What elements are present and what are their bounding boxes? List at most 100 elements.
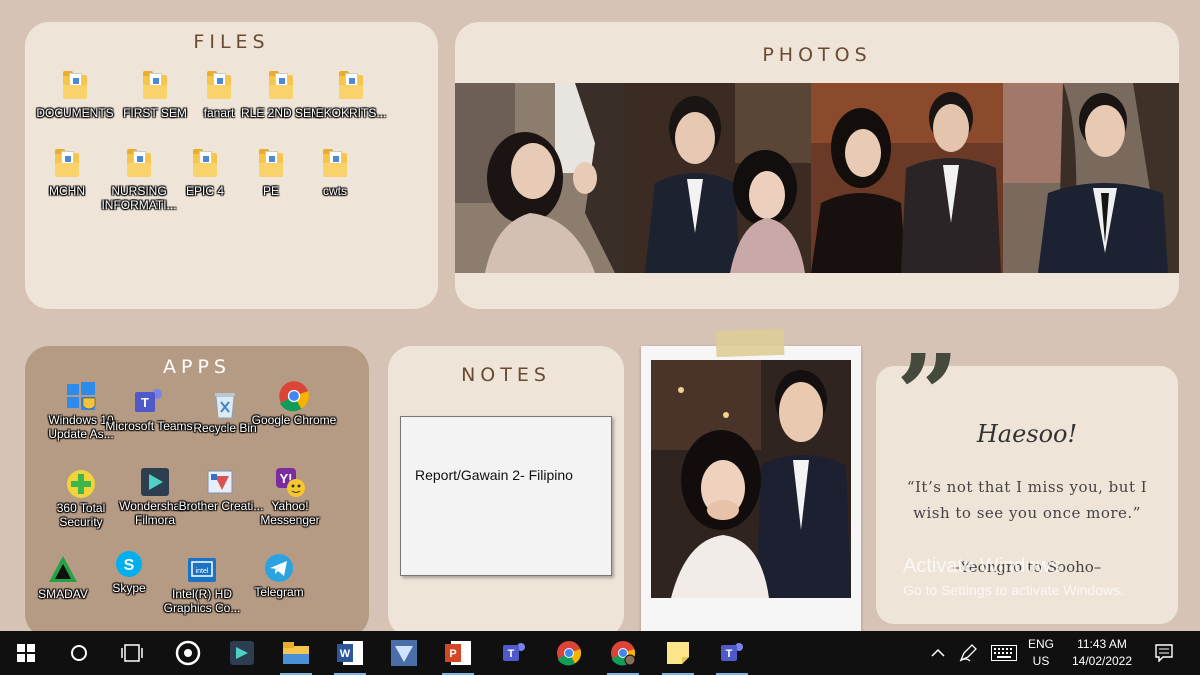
filmora-icon [230, 641, 254, 665]
clock-time: 11:43 AM [1077, 637, 1127, 651]
file-folder[interactable]: DOCUMENTS [32, 70, 118, 120]
activate-title: Activate Windows [903, 555, 1061, 577]
clock[interactable]: 11:43 AM 14/02/2022 [1062, 636, 1142, 670]
brother-icon [391, 640, 417, 666]
teams-icon: T [721, 643, 743, 661]
svg-text:P: P [449, 648, 456, 660]
pen-icon [959, 644, 977, 662]
photo-1[interactable] [455, 83, 625, 273]
quote-mark-icon: ” [896, 330, 960, 459]
recycle-bin-icon [209, 388, 241, 420]
svg-text:intel: intel [196, 568, 209, 575]
clock-date: 14/02/2022 [1071, 654, 1133, 668]
notification-icon [1155, 644, 1173, 662]
taskbar-app-chrome[interactable] [547, 631, 591, 675]
yahoo-icon: Y! [274, 466, 306, 498]
teams-icon: T [503, 643, 525, 661]
photo-4[interactable] [1003, 83, 1179, 273]
powerpoint-icon: P [445, 641, 471, 665]
chrome-profile-icon [611, 641, 636, 666]
teams-icon: T [133, 386, 165, 418]
folder-icon [336, 70, 366, 102]
taskbar-app-chrome-profile[interactable] [601, 631, 645, 675]
action-center-button[interactable] [1142, 631, 1186, 675]
folder-icon [52, 148, 82, 180]
security-icon [65, 468, 97, 500]
photo-strip [455, 83, 1179, 273]
sticky-notes-icon [667, 642, 689, 664]
region-label: US [1032, 654, 1050, 668]
notes-title: NOTES [461, 364, 551, 386]
svg-text:T: T [508, 648, 515, 660]
taskbar-app-brother[interactable] [382, 631, 426, 675]
app-shortcut-label: Telegram [254, 585, 304, 599]
folder-icon [204, 70, 234, 102]
taskbar-app-teams-2[interactable]: T [710, 631, 754, 675]
smadav-icon [47, 554, 79, 586]
language-label: ENG [1027, 637, 1054, 651]
chrome-icon [557, 641, 582, 666]
search-button[interactable] [57, 631, 101, 675]
app-shortcut-label: Yahoo! Messenger [260, 499, 320, 527]
chevron-up-icon [931, 648, 945, 657]
app-shortcut[interactable]: Telegram [234, 552, 324, 599]
cortana-icon [71, 645, 87, 661]
file-folder[interactable]: EKOKRITS... [308, 70, 394, 120]
task-view-icon [121, 644, 143, 662]
svg-text:S: S [124, 557, 135, 574]
start-button[interactable] [4, 631, 48, 675]
folder-icon [256, 148, 286, 180]
taskbar-app-filmora[interactable] [220, 631, 264, 675]
note-text: Report/Gawain 2- Filipino [415, 467, 573, 483]
brother-icon [205, 466, 237, 498]
files-title: FILES [193, 31, 270, 53]
activate-windows-watermark: Activate Windows Go to Settings to activ… [903, 555, 1124, 598]
taskbar-app-teams[interactable]: T [492, 631, 536, 675]
folder-icon [124, 148, 154, 180]
windows-icon [17, 644, 35, 662]
word-icon: W [337, 641, 363, 665]
sticky-note[interactable]: Report/Gawain 2- Filipino [400, 416, 612, 576]
taskbar-app-powerpoint[interactable]: P [436, 631, 480, 675]
folder-icon [320, 148, 350, 180]
app-shortcut-label: Google Chrome [251, 413, 337, 427]
file-folder-label: cwts [323, 184, 347, 198]
photos-title: PHOTOS [762, 44, 872, 66]
telegram-icon [263, 552, 295, 584]
polaroid-image[interactable] [651, 360, 851, 598]
tape-decoration [715, 328, 785, 358]
svg-text:T: T [141, 395, 149, 410]
taskbar: W P T T ENG US 11:43 AM 14/02/2022 [0, 631, 1200, 675]
folder-icon [266, 70, 296, 102]
task-view-button[interactable] [110, 631, 154, 675]
app-shortcut[interactable]: Google Chrome [249, 380, 339, 427]
quote-text: “It’s not that I miss you, but I wish to… [906, 478, 1148, 522]
photo-3[interactable] [811, 83, 1003, 273]
app-shortcut[interactable]: Y! Yahoo! Messenger [245, 466, 335, 527]
taskbar-app-groove[interactable] [166, 631, 210, 675]
keyboard-icon [991, 645, 1017, 661]
svg-text:T: T [726, 648, 733, 660]
folder-icon [190, 148, 220, 180]
file-folder[interactable]: cwts [292, 148, 378, 198]
groove-icon [175, 640, 201, 666]
touch-keyboard-button[interactable] [982, 631, 1026, 675]
input-language[interactable]: ENG US [1022, 636, 1060, 670]
photo-2[interactable] [625, 83, 811, 273]
svg-text:W: W [340, 648, 351, 660]
taskbar-app-sticky-notes[interactable] [656, 631, 700, 675]
file-folder-label: DOCUMENTS [36, 106, 114, 120]
file-folder-label: EKOKRITS... [315, 106, 387, 120]
activate-subtitle: Go to Settings to activate Windows. [903, 582, 1124, 598]
taskbar-app-file-explorer[interactable] [274, 631, 318, 675]
taskbar-app-word[interactable]: W [328, 631, 372, 675]
windows-update-icon [65, 380, 97, 412]
file-explorer-icon [283, 642, 309, 664]
intel-icon: intel [186, 554, 218, 586]
chrome-icon [278, 380, 310, 412]
polaroid-photo [641, 346, 861, 638]
filmora-icon [139, 466, 171, 498]
folder-icon [140, 70, 170, 102]
apps-title: APPS [163, 356, 231, 378]
folder-icon [60, 70, 90, 102]
